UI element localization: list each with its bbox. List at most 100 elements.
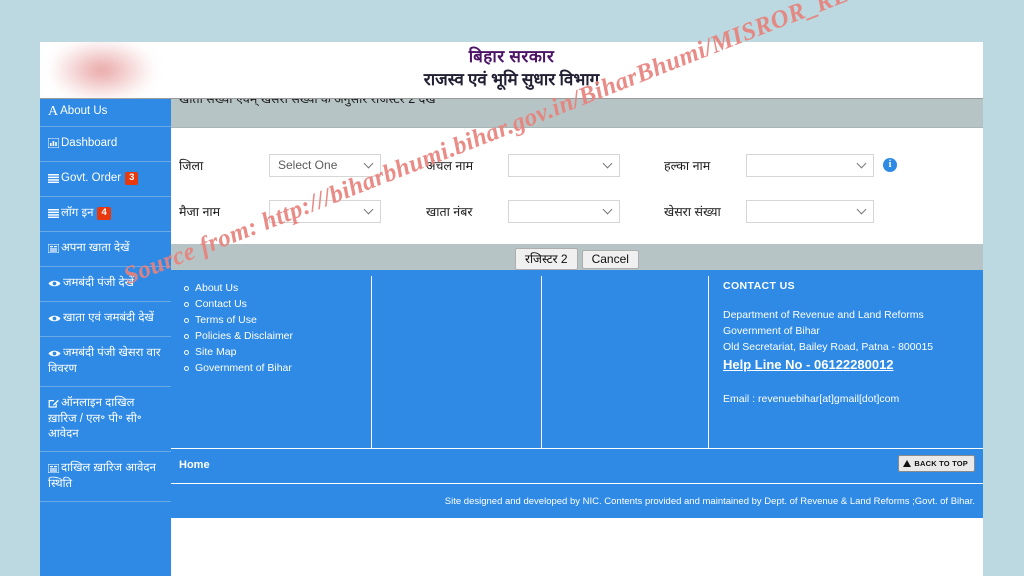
sidebar-item-online-dakhil-kharij-lpc-aavedan[interactable]: ऑनलाइन दाखिल ख़ारिज / एल॰ पी॰ सी॰ आवेदन [40, 387, 171, 452]
list-lines-icon [48, 207, 59, 222]
field-label: खाता नंबर [426, 204, 473, 219]
form-row-2: मैजा नाम खाता नंबर खेसरा संख्या [171, 188, 983, 234]
field-label: खेसरा संख्या [664, 204, 721, 219]
footer-column-3 [541, 276, 708, 448]
cancel-button[interactable]: Cancel [581, 250, 639, 269]
sidebar-item-dashboard[interactable]: Dashboard [40, 127, 171, 162]
footer-links-column: About Us Contact Us Terms of Use Policie… [171, 276, 371, 448]
footer-link-contact-us[interactable]: Contact Us [184, 296, 371, 312]
chevron-down-icon [604, 206, 613, 215]
footer-middle-bar: Home BACK TO TOP [171, 448, 983, 483]
sidebar-item-label: ऑनलाइन दाखिल ख़ारिज / एल॰ पी॰ सी॰ आवेदन [48, 397, 142, 440]
chevron-down-icon [858, 160, 867, 169]
section-banner: खाता संख्या एवम् खेसरा संख्या के अनुसार … [171, 99, 983, 128]
form-row-1: जिला Select One अंचल नाम हल्का नाम i [171, 142, 983, 188]
field-halka-name: हल्का नाम [664, 157, 746, 174]
footer-home-link[interactable]: Home [179, 459, 210, 471]
footer-link-list: About Us Contact Us Terms of Use Policie… [177, 276, 371, 376]
eye-icon [48, 347, 61, 362]
pencil-square-icon [48, 397, 59, 412]
sidebar-item-jamabandi-panji-dekhen[interactable]: जमबंदी पंजी देखें [40, 267, 171, 302]
sidebar-item-about-us[interactable]: A About Us [40, 99, 171, 127]
circle-name-select[interactable] [508, 153, 620, 177]
footer-column-2 [371, 276, 541, 448]
sidebar-item-label: Dashboard [61, 137, 118, 149]
triangle-up-icon [903, 460, 912, 467]
main-content: खाता संख्या एवम् खेसरा संख्या के अनुसार … [171, 99, 983, 576]
district-select[interactable]: Select One [269, 153, 381, 177]
section-banner-text: खाता संख्या एवम् खेसरा संख्या के अनुसार … [179, 99, 436, 106]
field-circle-name: अंचल नाम [426, 157, 508, 174]
footer-columns: About Us Contact Us Terms of Use Policie… [171, 270, 983, 448]
field-label: मैजा नाम [179, 204, 221, 219]
contact-department: Department of Revenue and Land Reforms [723, 309, 924, 321]
sidebar-item-label: लॉग इन [61, 207, 94, 219]
contact-address: Department of Revenue and Land Reforms G… [723, 292, 983, 375]
sidebar-badge-count: 3 [125, 172, 139, 185]
web-page: बिहार सरकार राजस्व एवं भूमि सुधार विभाग … [40, 42, 983, 576]
contact-address-line: Old Secretariat, Bailey Road, Patna - 80… [723, 341, 934, 353]
district-select-value: Select One [278, 157, 338, 172]
chevron-down-icon [365, 206, 374, 215]
site-header: बिहार सरकार राजस्व एवं भूमि सुधार विभाग [40, 42, 983, 100]
field-label: जिला [179, 158, 204, 173]
field-khata-number: खाता नंबर [426, 203, 508, 220]
back-to-top-label: BACK TO TOP [914, 459, 968, 468]
helpline-number[interactable]: Help Line No - 06122280012 [723, 355, 983, 375]
field-mauja-name: मैजा नाम [179, 203, 269, 220]
chevron-down-icon [604, 160, 613, 169]
sidebar-item-label: खाता एवं जमबंदी देखें [63, 312, 154, 324]
letter-a-icon: A [48, 104, 59, 119]
page-title-state: बिहार सरकार [468, 47, 555, 66]
contact-government: Government of Bihar [723, 325, 820, 337]
field-khesra-number: खेसरा संख्या [664, 203, 746, 220]
footer-link-site-map[interactable]: Site Map [184, 344, 371, 360]
chevron-down-icon [858, 206, 867, 215]
back-to-top-button[interactable]: BACK TO TOP [898, 455, 975, 472]
list-box-icon [48, 462, 59, 477]
sidebar-item-apna-khata-dekhen[interactable]: अपना खाता देखें [40, 232, 171, 267]
footer-contact-column: CONTACT US Department of Revenue and Lan… [708, 276, 983, 448]
sidebar-item-label: जमबंदी पंजी देखें [63, 277, 135, 289]
search-form: जिला Select One अंचल नाम हल्का नाम i मैज… [171, 128, 983, 244]
footer-credit-text: Site designed and developed by NIC. Cont… [444, 496, 975, 507]
eye-icon [48, 277, 61, 292]
page-title-department: राजस्व एवं भूमि सुधार विभाग [423, 70, 600, 89]
sidebar-item-label: About Us [60, 105, 108, 117]
sidebar-item-login[interactable]: लॉग इन 4 [40, 197, 171, 232]
sidebar-item-govt-order[interactable]: Govt. Order 3 [40, 162, 171, 197]
chevron-down-icon [365, 160, 374, 169]
field-district: जिला [179, 157, 269, 174]
khata-number-select[interactable] [508, 199, 620, 223]
info-icon[interactable]: i [883, 158, 897, 172]
halka-name-select[interactable] [746, 153, 874, 177]
sidebar-item-khata-evam-jamabandi-dekhen[interactable]: खाता एवं जमबंदी देखें [40, 302, 171, 337]
footer-bottom-bar: Site designed and developed by NIC. Cont… [171, 483, 983, 518]
header-titles: बिहार सरकार राजस्व एवं भूमि सुधार विभाग [40, 46, 983, 92]
screenshot-root: बिहार सरकार राजस्व एवं भूमि सुधार विभाग … [0, 0, 1024, 576]
sidebar-badge-count: 4 [97, 207, 111, 220]
footer-link-terms-of-use[interactable]: Terms of Use [184, 312, 371, 328]
khesra-number-select[interactable] [746, 199, 874, 223]
field-label: अंचल नाम [426, 158, 474, 173]
field-label: हल्का नाम [664, 158, 711, 173]
body-row: A About Us Dashboard Govt. Order 3 लॉग इन 4… [40, 99, 983, 576]
register2-submit-button[interactable]: रजिस्टर 2 [515, 248, 578, 270]
form-actions: रजिस्टर 2 Cancel [171, 244, 983, 270]
footer-link-about-us[interactable]: About Us [184, 280, 371, 296]
eye-icon [48, 312, 61, 327]
contact-email: Email : revenuebihar[at]gmail[dot]com [723, 393, 900, 405]
sidebar-item-jamabandi-panji-khesra-war-vivaran[interactable]: जमबंदी पंजी खेसरा वार विवरण [40, 337, 171, 387]
footer-link-government-of-bihar[interactable]: Government of Bihar [184, 360, 371, 376]
contact-us-heading: CONTACT US [723, 280, 796, 292]
list-lines-icon [48, 172, 59, 187]
list-box-icon [48, 242, 59, 257]
mauja-name-select[interactable] [269, 199, 381, 223]
sidebar-item-label: जमबंदी पंजी खेसरा वार विवरण [48, 347, 161, 375]
sidebar-navigation: A About Us Dashboard Govt. Order 3 लॉग इन 4… [40, 99, 172, 576]
footer-link-policies-disclaimer[interactable]: Policies & Disclaimer [184, 328, 371, 344]
sidebar-item-dakhil-kharij-aavedan-sthiti[interactable]: दाखिल ख़ारिज आवेदन स्थिति [40, 452, 171, 502]
sidebar-item-label: Govt. Order [61, 172, 122, 184]
site-footer: About Us Contact Us Terms of Use Policie… [171, 270, 983, 518]
chart-bar-icon [48, 137, 59, 152]
